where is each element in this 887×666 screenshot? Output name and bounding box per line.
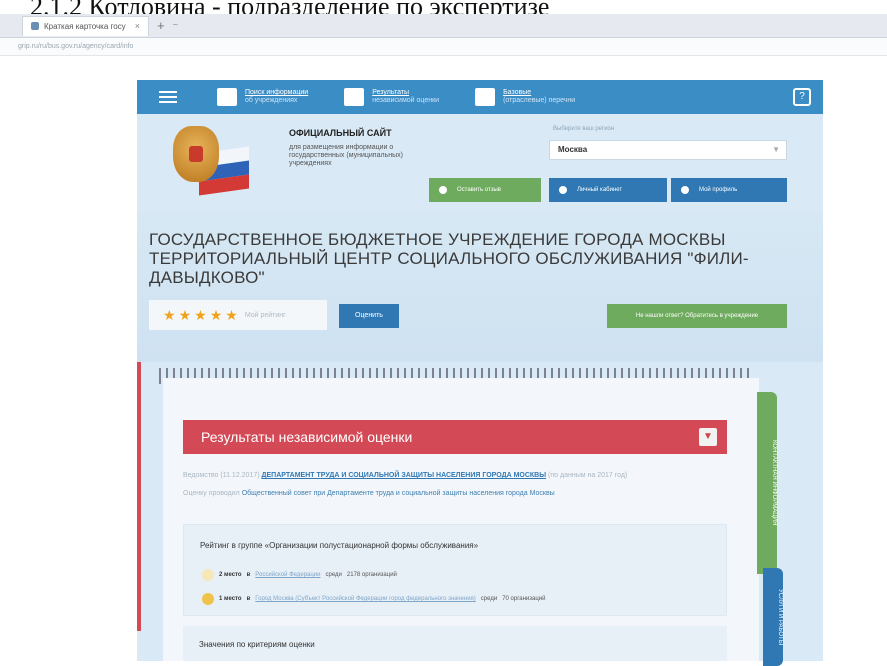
rank-among: среди — [480, 596, 498, 602]
new-tab-button[interactable]: + — [157, 18, 165, 33]
chevron-down-icon[interactable]: ▼ — [699, 428, 717, 446]
region-label: Выберите ваш регион — [553, 126, 615, 132]
region-select[interactable]: Москва ▼ — [549, 140, 787, 160]
agency-line: Ведомство (11.12.2017) ДЕПАРТАМЕНТ ТРУДА… — [183, 472, 627, 479]
operator-line: Оценку проводил Общественный совет при Д… — [183, 490, 555, 497]
lock-icon — [559, 186, 567, 194]
briefcase-icon — [475, 88, 496, 106]
criteria-title: Значения по критериям оценки — [199, 640, 315, 649]
site-title: ОФИЦИАЛЬНЫЙ САЙТ — [289, 128, 392, 138]
help-icon[interactable]: ? — [793, 88, 811, 106]
star-icon[interactable]: ★ — [210, 308, 223, 322]
browser-tab-strip: Краткая карточка госу × + ~ — [0, 14, 887, 38]
nav-item-title: Результаты — [372, 89, 410, 96]
results-title: Результаты независимой оценки — [201, 429, 413, 445]
side-tab-services[interactable]: УСЛУГИ И РАБОТЫ — [763, 568, 783, 666]
side-tab-contacts[interactable]: КОНТАКТНАЯ ИНФОРМАЦИЯ — [757, 392, 777, 574]
agency-link[interactable]: ДЕПАРТАМЕНТ ТРУДА И СОЦИАЛЬНОЙ ЗАЩИТЫ НА… — [262, 472, 547, 479]
rank-among: среди — [325, 572, 342, 578]
user-icon — [681, 186, 689, 194]
rank-count: 2178 организаций — [346, 572, 397, 578]
org-block: ГОСУДАРСТВЕННОЕ БЮДЖЕТНОЕ УЧРЕЖДЕНИЕ ГОР… — [137, 212, 823, 362]
star-icon[interactable]: ★ — [225, 308, 238, 322]
emblem-logo[interactable] — [159, 122, 249, 196]
rating-label: Мой рейтинг — [244, 311, 286, 319]
building-icon — [217, 88, 237, 106]
chevron-down-icon: ▼ — [772, 145, 780, 154]
star-icon[interactable]: ★ — [194, 308, 207, 322]
nav-item-title: Базовые — [503, 89, 532, 96]
feedback-button-label: Оставить отзыв — [457, 187, 501, 193]
results-panel: Результаты независимой оценки ▼ Ведомств… — [163, 378, 759, 661]
site-container: Поиск информации об учреждениях Результат… — [137, 80, 823, 666]
rank-scope-link[interactable]: Российской Федерации — [255, 572, 320, 578]
agency-suffix: (по данным на 2017 год) — [548, 472, 628, 479]
group-rating-box: Рейтинг в группе «Организации полустацио… — [183, 524, 727, 616]
rank-icon — [202, 569, 214, 581]
side-accent-strip — [137, 362, 141, 631]
tab-title: Краткая карточка госу — [44, 21, 126, 31]
group-title: Рейтинг в группе «Организации полустацио… — [200, 541, 479, 550]
favicon-icon — [31, 22, 39, 30]
menu-icon[interactable] — [159, 91, 177, 103]
profile-button[interactable]: Мой профиль — [671, 178, 787, 202]
agency-prefix: Ведомство (11.12.2017) — [183, 472, 260, 479]
rank-row: 1 место в Город Москва (Субъект Российск… — [202, 593, 546, 605]
rank-icon — [202, 593, 214, 605]
nav-item-title: Поиск информации — [245, 89, 309, 96]
rank-in: в — [246, 596, 251, 602]
nav-item-sub: об учреждениях — [245, 97, 298, 104]
chat-icon — [439, 186, 447, 194]
rank-scope-link[interactable]: Город Москва (Субъект Российской Федерац… — [255, 596, 476, 602]
rank-place: 1 место — [219, 596, 242, 602]
top-navbar: Поиск информации об учреждениях Результат… — [137, 80, 823, 114]
criteria-section[interactable]: Значения по критериям оценки — [183, 626, 727, 661]
rank-place: 2 место — [219, 572, 242, 578]
results-header[interactable]: Результаты независимой оценки ▼ — [183, 420, 727, 454]
operator-prefix: Оценку проводил — [183, 490, 240, 497]
close-icon[interactable]: × — [135, 21, 140, 31]
rate-button[interactable]: Оценить — [339, 304, 399, 328]
rank-row: 2 место в Российской Федерации среди 217… — [202, 569, 397, 581]
contact-banner[interactable]: Не нашли ответ? Обратитесь в учреждение — [607, 304, 787, 328]
rank-count: 70 организаций — [502, 596, 546, 602]
rank-in: в — [246, 572, 251, 578]
feedback-button[interactable]: Оставить отзыв — [429, 178, 541, 202]
star-icon[interactable]: ★ — [163, 308, 176, 322]
nav-item-lists[interactable]: Базовые (отраслевые) перечни — [475, 88, 575, 106]
star-icon[interactable]: ★ — [179, 308, 192, 322]
checkmark-icon — [344, 88, 365, 106]
org-name: ГОСУДАРСТВЕННОЕ БЮДЖЕТНОЕ УЧРЕЖДЕНИЕ ГОР… — [149, 230, 749, 287]
address-bar[interactable]: grip.ru/ru/bus.gov.ru/agency/card/info — [0, 38, 887, 56]
nav-item-search[interactable]: Поиск информации об учреждениях — [217, 88, 308, 106]
profile-button-label: Мой профиль — [699, 187, 738, 193]
cabinet-button[interactable]: Личный кабинет — [549, 178, 667, 202]
site-header: ОФИЦИАЛЬНЫЙ САЙТ для размещения информац… — [137, 114, 823, 212]
tab-menu-icon[interactable]: ~ — [173, 20, 179, 31]
cabinet-button-label: Личный кабинет — [577, 187, 623, 193]
operator-name: Общественный совет при Департаменте труд… — [241, 490, 555, 497]
nav-item-results[interactable]: Результаты независимой оценки — [344, 88, 439, 106]
nav-item-sub: независимой оценки — [372, 97, 440, 104]
rating-widget[interactable]: ★ ★ ★ ★ ★ Мой рейтинг — [149, 300, 327, 330]
region-value: Москва — [558, 145, 588, 154]
eagle-emblem-icon — [173, 126, 219, 182]
site-subtitle: для размещения информации о государствен… — [289, 144, 403, 167]
browser-tab[interactable]: Краткая карточка госу × — [22, 15, 149, 36]
nav-item-sub: (отраслевые) перечни — [503, 97, 576, 104]
